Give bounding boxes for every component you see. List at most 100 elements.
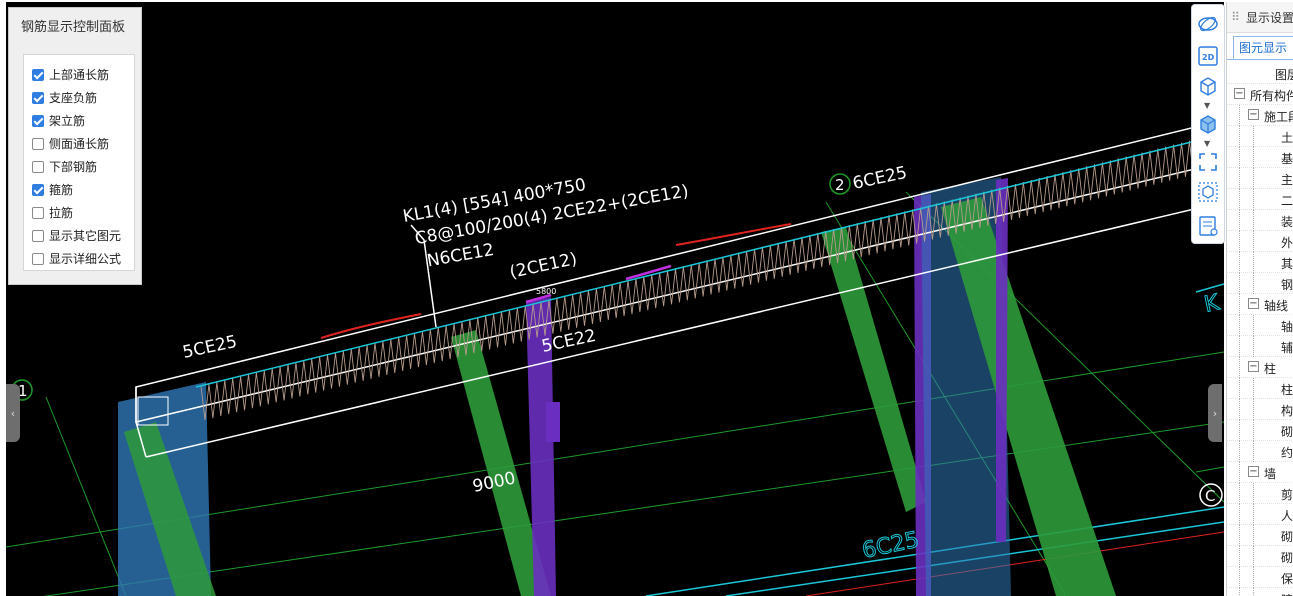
layer-tree-item[interactable]: −所有构件 (1227, 84, 1293, 105)
checkbox-unchecked[interactable] (32, 160, 44, 173)
tree-guide-line (1239, 546, 1240, 567)
stirrup (358, 344, 368, 381)
2d-view-icon[interactable]: 2D (1197, 45, 1219, 67)
layer-tree-item[interactable]: − 轴线 (1227, 294, 1293, 315)
checkbox-unchecked[interactable] (32, 137, 44, 150)
layer-tree-item[interactable]: 辅助 (1227, 336, 1293, 357)
box-view-icon[interactable] (1197, 75, 1219, 97)
rebar-option-5[interactable]: 箍筋 (24, 178, 134, 201)
rebar-option-2[interactable]: 架立筋 (24, 109, 134, 132)
rebar-option-0[interactable]: 上部通长筋 (24, 63, 134, 86)
stirrup (793, 236, 803, 273)
stirrup (1014, 181, 1024, 219)
rebar-option-8[interactable]: 显示详细公式 (24, 247, 134, 270)
layer-tree-label: 施工段 (1264, 110, 1293, 124)
checkbox-checked[interactable] (32, 114, 44, 127)
layer-tree-item[interactable]: 保温 (1227, 567, 1293, 588)
rebar-option-1[interactable]: 支座负筋 (24, 86, 134, 109)
layer-tree-item[interactable]: 约束 (1227, 441, 1293, 462)
layer-tree-item[interactable]: 柱 (1227, 378, 1293, 399)
chevron-down-icon[interactable]: ▼ (1204, 101, 1210, 110)
stirrup (785, 238, 795, 275)
layer-tree-item[interactable]: 基础 (1227, 147, 1293, 168)
display-settings-icon[interactable] (1197, 215, 1219, 237)
layer-tree-item[interactable]: 轴网 (1227, 315, 1293, 336)
layer-tree-item[interactable]: 土方 (1227, 126, 1293, 147)
stirrup (516, 305, 526, 342)
layer-tree-item[interactable]: 二次 (1227, 189, 1293, 210)
checkbox-checked[interactable] (32, 91, 44, 104)
layer-tree-item[interactable]: 主体 (1227, 168, 1293, 189)
stirrup (1007, 183, 1016, 221)
rebar-option-3[interactable]: 侧面通长筋 (24, 132, 134, 155)
tree-guide-line (1239, 462, 1240, 483)
tree-guide-line (1253, 378, 1254, 399)
rebar-3d-scene[interactable]: KL1(4) [554] 400*750 C8@100/200(4) 2CE22… (6, 2, 1224, 596)
layer-tree-item[interactable]: 砌体 (1227, 525, 1293, 546)
layer-tree-item[interactable]: − 墙 (1227, 462, 1293, 483)
layer-tree-label: 所有构件 (1250, 89, 1293, 103)
svg-text:2D: 2D (1202, 53, 1215, 62)
layer-tree-item[interactable]: 钢筋 (1227, 273, 1293, 294)
rebar-option-label: 显示其它图元 (49, 229, 122, 243)
collapse-icon[interactable]: − (1234, 88, 1245, 99)
collapse-icon[interactable]: − (1248, 109, 1259, 120)
svg-text:2: 2 (835, 176, 845, 194)
rebar-option-7[interactable]: 显示其它图元 (24, 224, 134, 247)
solid-view-icon[interactable] (1197, 113, 1219, 135)
stirrup (287, 362, 297, 399)
stirrup (421, 329, 431, 366)
collapse-icon[interactable]: − (1248, 361, 1259, 372)
chevron-down-icon[interactable]: ▼ (1204, 139, 1210, 148)
cube-select-icon[interactable] (1197, 181, 1219, 203)
layer-tree-item[interactable]: − 柱 (1227, 357, 1293, 378)
tree-guide-line (1253, 336, 1254, 357)
rebar-option-6[interactable]: 拉筋 (24, 201, 134, 224)
layer-tree-item[interactable]: 其它 (1227, 252, 1293, 273)
layer-tree-item[interactable]: 装饰 (1227, 210, 1293, 231)
checkbox-checked[interactable] (32, 183, 44, 196)
tab-divider (1227, 59, 1293, 60)
layer-tree-item[interactable]: 砌体 (1227, 546, 1293, 567)
3d-viewport[interactable]: KL1(4) [554] 400*750 C8@100/200(4) 2CE22… (6, 2, 1224, 596)
stirrup (635, 276, 645, 313)
layer-tree-item[interactable]: 剪力 (1227, 483, 1293, 504)
layer-tree-item[interactable]: 砌体 (1227, 420, 1293, 441)
stirrup (303, 358, 313, 395)
checkbox-unchecked[interactable] (32, 206, 44, 219)
collapse-icon[interactable]: − (1248, 298, 1259, 309)
layer-tree-item[interactable]: 外墙 (1227, 231, 1293, 252)
checkbox-checked[interactable] (32, 68, 44, 81)
rebar-option-4[interactable]: 下部钢筋 (24, 155, 134, 178)
tab-element-display[interactable]: 图元显示 (1233, 36, 1293, 59)
layer-tree-label: 保温 (1281, 572, 1293, 586)
stirrup (777, 240, 787, 277)
drag-handle-icon[interactable]: ⠿ (1231, 10, 1240, 24)
fit-view-icon[interactable] (1197, 151, 1219, 173)
layer-tree-label: 轴网 (1281, 320, 1293, 334)
stirrup (1022, 179, 1032, 217)
tree-guide-line (1253, 252, 1254, 273)
stirrup (856, 221, 866, 258)
layer-tree-label: 钢筋 (1281, 278, 1293, 292)
layer-tree-item[interactable]: 构造 (1227, 399, 1293, 420)
stirrup (334, 350, 344, 387)
checkbox-unchecked[interactable] (32, 229, 44, 242)
layer-tree-item[interactable]: −施工段 (1227, 105, 1293, 126)
stirrup (706, 258, 716, 295)
settings-header: ⠿ 显示设置 (1227, 2, 1293, 33)
stirrup (769, 242, 779, 279)
stirrup (587, 287, 597, 324)
layer-tree-item[interactable]: 暗梁 (1227, 588, 1293, 596)
rebar-option-label: 下部钢筋 (49, 160, 98, 174)
collapse-right-panel-button[interactable]: › (1208, 384, 1222, 442)
tree-guide-line (1239, 252, 1240, 273)
checkbox-unchecked[interactable] (32, 252, 44, 265)
stirrup (580, 289, 589, 326)
layer-tree-label: 土方 (1281, 131, 1293, 145)
collapse-icon[interactable]: − (1248, 466, 1259, 477)
orbit-icon[interactable] (1197, 13, 1219, 35)
collapse-left-panel-button[interactable]: ‹ (6, 384, 20, 442)
layer-tree-item[interactable]: 人防 (1227, 504, 1293, 525)
rebar-option-label: 箍筋 (49, 183, 74, 197)
